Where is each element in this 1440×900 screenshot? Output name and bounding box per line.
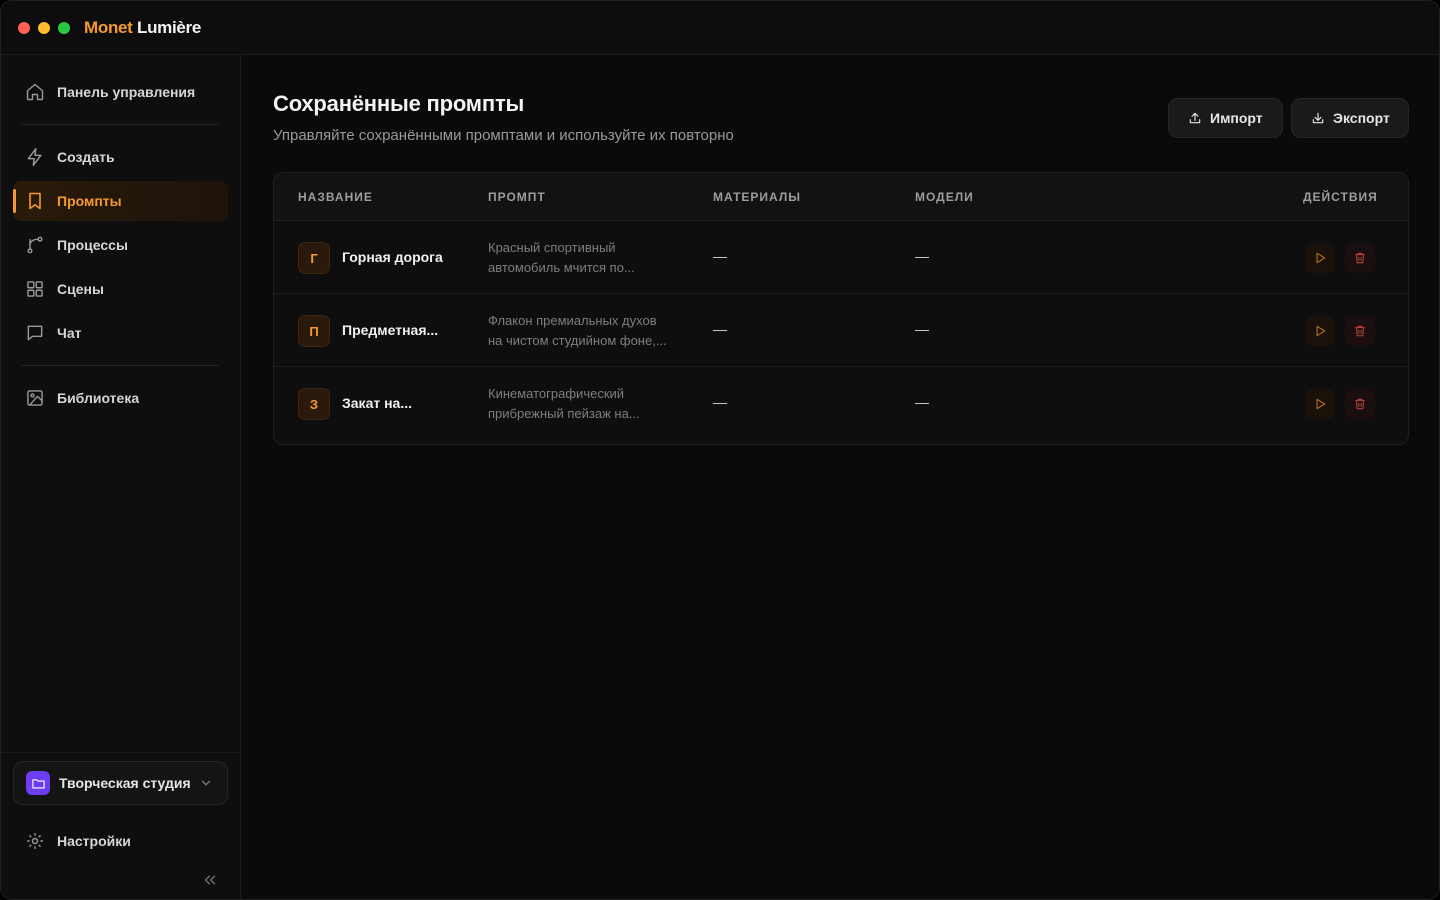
prompt-materials: —: [713, 394, 727, 410]
workflow-icon: [25, 235, 45, 255]
sidebar-divider: [21, 365, 219, 366]
window-close-button[interactable]: [18, 22, 30, 34]
prompt-materials: —: [713, 321, 727, 337]
sidebar-item-prompts[interactable]: Промпты: [13, 181, 228, 221]
trash-icon: [1355, 398, 1365, 410]
page-title: Сохранённые промпты: [273, 91, 525, 116]
brand-name-first: Monet: [84, 18, 133, 37]
column-header-materials[interactable]: МАТЕРИАЛЫ: [713, 190, 801, 204]
chevron-down-icon: [201, 780, 211, 786]
folder-icon: [26, 771, 50, 795]
sidebar-item-label: Сцены: [57, 281, 104, 297]
delete-prompt-button[interactable]: [1345, 243, 1375, 273]
collapse-sidebar-icon[interactable]: [201, 871, 219, 889]
sidebar-divider: [21, 124, 219, 125]
prompt-name: Предметная...: [342, 322, 439, 338]
prompt-models: —: [915, 321, 929, 337]
prompt-text: Флакон премиальных духов на чистом студи…: [488, 313, 667, 348]
download-icon: [1312, 112, 1324, 124]
import-label: Импорт: [1210, 110, 1263, 126]
prompts-table: НАЗВАНИЕ ПРОМПТ МАТЕРИАЛЫ МОДЕЛИ ДЕЙСТВИ…: [273, 172, 1409, 445]
trash-icon: [1355, 325, 1365, 337]
prompt-initial-badge: П: [298, 315, 330, 347]
upload-icon: [1189, 112, 1201, 124]
run-prompt-button[interactable]: [1305, 316, 1335, 346]
play-icon: [1316, 398, 1326, 410]
export-label: Экспорт: [1333, 110, 1390, 126]
delete-prompt-button[interactable]: [1345, 316, 1375, 346]
sidebar-item-scenes[interactable]: Сцены: [13, 269, 228, 309]
sidebar-item-label: Панель управления: [57, 84, 196, 100]
table-row[interactable]: З Закат на... Кинематографический прибре…: [274, 367, 1408, 440]
prompt-text: Кинематографический прибрежный пейзаж на…: [488, 386, 640, 421]
grid-icon: [25, 279, 45, 299]
window-minimize-button[interactable]: [38, 22, 50, 34]
image-icon: [25, 388, 45, 408]
trash-icon: [1355, 252, 1365, 264]
sidebar-item-chat[interactable]: Чат: [13, 313, 228, 353]
sidebar-item-label: Чат: [57, 325, 82, 341]
sidebar-item-library[interactable]: Библиотека: [13, 378, 228, 418]
table-row[interactable]: Г Горная дорога Красный спортивный автом…: [274, 221, 1408, 294]
column-header-prompt[interactable]: ПРОМПТ: [488, 190, 546, 204]
column-header-models[interactable]: МОДЕЛИ: [915, 190, 974, 204]
sidebar-item-label: Библиотека: [57, 390, 140, 406]
table-row[interactable]: П Предметная... Флакон премиальных духов…: [274, 294, 1408, 367]
run-prompt-button[interactable]: [1305, 389, 1335, 419]
prompt-initial-badge: Г: [298, 242, 330, 274]
window-maximize-button[interactable]: [58, 22, 70, 34]
chat-icon: [25, 323, 45, 343]
bookmark-icon: [25, 191, 45, 211]
run-prompt-button[interactable]: [1305, 243, 1335, 273]
prompt-name: Закат на...: [342, 395, 413, 411]
import-button[interactable]: Импорт: [1168, 98, 1283, 138]
prompt-models: —: [915, 394, 929, 410]
column-header-name[interactable]: НАЗВАНИЕ: [298, 190, 373, 204]
home-icon: [25, 82, 45, 102]
sidebar-item-settings[interactable]: Настройки: [13, 821, 228, 861]
brand-name-second: Lumière: [136, 18, 202, 37]
table-header: НАЗВАНИЕ ПРОМПТ МАТЕРИАЛЫ МОДЕЛИ ДЕЙСТВИ…: [274, 173, 1408, 221]
main-content: Сохранённые промпты Управляйте сохранённ…: [242, 55, 1439, 899]
prompt-models: —: [915, 248, 929, 264]
sidebar-bottom-divider: [1, 752, 240, 753]
workspace-label: Творческая студия: [59, 775, 191, 791]
column-header-actions: ДЕЙСТВИЯ: [1303, 190, 1378, 204]
prompt-text: Красный спортивный автомобиль мчится по.…: [488, 240, 635, 275]
play-icon: [1316, 252, 1326, 264]
app-brand: Monet Lumière: [84, 18, 201, 38]
sidebar-item-label: Настройки: [57, 833, 131, 849]
prompt-name: Горная дорога: [342, 249, 443, 265]
export-button[interactable]: Экспорт: [1291, 98, 1409, 138]
sidebar: Панель управления Создать Промпты Процес…: [1, 55, 241, 899]
page-subtitle: Управляйте сохранёнными промптами и испо…: [273, 127, 734, 144]
lightning-icon: [25, 147, 45, 167]
sidebar-item-label: Промпты: [57, 193, 122, 209]
delete-prompt-button[interactable]: [1345, 389, 1375, 419]
gear-icon: [25, 831, 45, 851]
play-icon: [1316, 325, 1326, 337]
sidebar-item-label: Создать: [57, 149, 115, 165]
sidebar-item-dashboard[interactable]: Панель управления: [13, 72, 228, 112]
sidebar-item-workflows[interactable]: Процессы: [13, 225, 228, 265]
workspace-selector[interactable]: Творческая студия: [13, 761, 228, 805]
sidebar-item-label: Процессы: [57, 237, 128, 253]
title-bar: Monet Lumière: [1, 1, 1439, 55]
sidebar-item-create[interactable]: Создать: [13, 137, 228, 177]
prompt-initial-badge: З: [298, 388, 330, 420]
app-window: Monet Lumière Панель управления Создать …: [0, 0, 1440, 900]
prompt-materials: —: [713, 248, 727, 264]
